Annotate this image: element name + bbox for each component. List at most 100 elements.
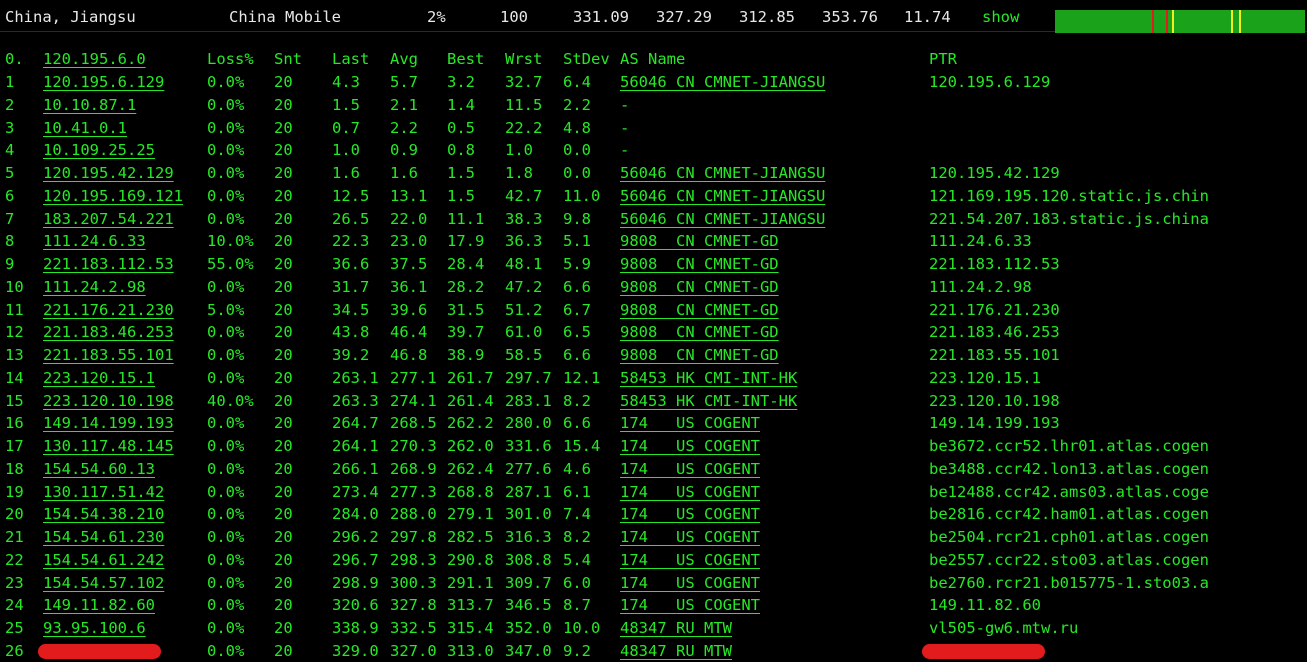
table-row: 5 120.195.42.129 0.0% 20 1.6 1.6 1.5 1.8 0.0 5604… xyxy=(0,162,1307,184)
cell-loss: 0.0% xyxy=(207,414,245,433)
cell-hop: 10 xyxy=(5,277,24,296)
cell-host[interactable]: 183.207.54.221 xyxy=(43,208,174,230)
cell-avg: 270.3 xyxy=(390,437,437,455)
cell-host[interactable]: 120.195.6.129 xyxy=(43,71,164,93)
cell-host[interactable]: 149.11.82.60 xyxy=(43,594,155,616)
cell-ptr: 221.183.55.101 xyxy=(929,346,1060,364)
summary-sent: 100 xyxy=(500,8,528,26)
cell-asn[interactable]: 174 US COGENT xyxy=(620,526,760,548)
summary-last: 331.09 xyxy=(573,8,629,26)
show-link[interactable]: show xyxy=(982,8,1019,26)
cell-host[interactable]: 111.24.6.33 xyxy=(43,230,146,252)
cell-last: 43.8 xyxy=(332,323,370,342)
cell-asn[interactable]: 58453 HK CMI-INT-HK xyxy=(620,390,797,412)
cell-asn[interactable]: 174 US COGENT xyxy=(620,435,760,457)
cell-host[interactable]: 154.54.57.102 xyxy=(43,572,164,594)
header-snt: Snt xyxy=(274,50,302,68)
table-row: 6 120.195.169.121 0.0% 20 12.5 13.1 1.5 42.7 11.… xyxy=(0,185,1307,207)
cell-loss: 0.0% xyxy=(207,346,245,364)
cell-host[interactable]: 154.54.38.210 xyxy=(43,503,164,525)
cell-stdev: 8.2 xyxy=(563,391,591,410)
cell-snt: 20 xyxy=(274,573,293,592)
table-row: 21 154.54.61.230 0.0% 20 296.2 297.8 282.5 316.… xyxy=(0,526,1307,548)
cell-asn[interactable]: 9808 CN CMNET-GD xyxy=(620,299,779,321)
cell-snt: 20 xyxy=(274,277,293,296)
cell-host[interactable]: 10.41.0.1 xyxy=(43,117,127,139)
cell-avg: 298.3 xyxy=(390,550,437,569)
cell-asn[interactable]: 56046 CN CMNET-JIANGSU xyxy=(620,208,825,230)
cell-host[interactable]: 154.54.60.13 xyxy=(43,458,155,480)
cell-host[interactable]: 221.183.112.53 xyxy=(43,253,174,275)
cell-host[interactable]: 93.95.100.6 xyxy=(43,617,146,639)
cell-best: 313.7 xyxy=(447,596,494,615)
cell-loss: 0.0% xyxy=(207,277,245,296)
cell-asn[interactable]: 9808 CN CMNET-GD xyxy=(620,230,779,252)
cell-asn[interactable]: 9808 CN CMNET-GD xyxy=(620,344,779,366)
cell-host[interactable]: 221.183.55.101 xyxy=(43,344,174,366)
cell-host[interactable]: 130.117.51.42 xyxy=(43,481,164,503)
cell-last: 284.0 xyxy=(332,505,379,524)
table-row: 14 223.120.15.1 0.0% 20 263.1 277.1 261.7 297.7… xyxy=(0,367,1307,389)
cell-last: 329.0 xyxy=(332,641,379,660)
cell-stdev: 6.6 xyxy=(563,346,591,364)
header-last: Last xyxy=(332,50,370,68)
cell-loss: 0.0% xyxy=(207,596,245,615)
cell-hop: 3 xyxy=(5,118,15,137)
cell-host[interactable]: 10.109.25.25 xyxy=(43,139,155,161)
cell-best: 0.8 xyxy=(447,141,475,160)
cell-stdev: 6.1 xyxy=(563,482,591,501)
cell-asn[interactable]: 9808 CN CMNET-GD xyxy=(620,276,779,298)
table-row: 1 120.195.6.129 0.0% 20 4.3 5.7 3.2 32.7 6.4 5604… xyxy=(0,71,1307,93)
cell-asn[interactable]: 174 US COGENT xyxy=(620,458,760,480)
cell-ptr: 111.24.6.33 xyxy=(929,232,1032,251)
cell-host[interactable]: 10.10.87.1 xyxy=(43,94,136,116)
cell-snt: 20 xyxy=(274,619,293,637)
cell-asn[interactable]: 56046 CN CMNET-JIANGSU xyxy=(620,71,825,93)
cell-asn[interactable]: 9808 CN CMNET-GD xyxy=(620,321,779,343)
cell-wrst: 309.7 xyxy=(505,573,552,592)
cell-asn[interactable]: 174 US COGENT xyxy=(620,594,760,616)
cell-asn[interactable]: 56046 CN CMNET-JIANGSU xyxy=(620,185,825,207)
cell-asn[interactable]: 174 US COGENT xyxy=(620,549,760,571)
cell-stdev: 9.2 xyxy=(563,641,591,660)
cell-asn[interactable]: 174 US COGENT xyxy=(620,572,760,594)
header-avg: Avg xyxy=(390,50,418,68)
cell-host[interactable]: 130.117.48.145 xyxy=(43,435,174,457)
cell-loss: 10.0% xyxy=(207,232,254,251)
cell-asn[interactable]: 174 US COGENT xyxy=(620,412,760,434)
cell-last: 320.6 xyxy=(332,596,379,615)
cell-host[interactable]: 221.176.21.230 xyxy=(43,299,174,321)
cell-host[interactable]: 223.120.15.1 xyxy=(43,367,155,389)
cell-host[interactable]: 149.14.199.193 xyxy=(43,412,174,434)
cell-loss: 0.0% xyxy=(207,164,245,182)
cell-wrst: 308.8 xyxy=(505,550,552,569)
cell-host[interactable]: 111.24.2.98 xyxy=(43,276,146,298)
cell-asn[interactable]: 174 US COGENT xyxy=(620,503,760,525)
cell-ptr: be3488.ccr42.lon13.atlas.cogen xyxy=(929,459,1209,478)
cell-wrst: 316.3 xyxy=(505,528,552,546)
cell-asn[interactable]: 56046 CN CMNET-JIANGSU xyxy=(620,162,825,184)
cell-host[interactable]: 120.195.169.121 xyxy=(43,185,183,207)
cell-snt: 20 xyxy=(274,414,293,433)
cell-host[interactable]: 221.183.46.253 xyxy=(43,321,174,343)
cell-hop: 11 xyxy=(5,300,24,319)
cell-loss: 0.0% xyxy=(207,550,245,569)
cell-host[interactable]: 154.54.61.242 xyxy=(43,549,164,571)
cell-host[interactable]: 154.54.61.230 xyxy=(43,526,164,548)
cell-asn[interactable]: 48347 RU MTW xyxy=(620,617,732,639)
cell-stdev: 8.7 xyxy=(563,596,591,615)
cell-asn[interactable]: 174 US COGENT xyxy=(620,481,760,503)
cell-host[interactable]: 120.195.42.129 xyxy=(43,162,174,184)
cell-best: 1.4 xyxy=(447,95,475,114)
table-row: 26 0.0% 20 329.0 327.0 313.0 347.0 9.2 48347 RU … xyxy=(0,640,1307,662)
latency-graph[interactable] xyxy=(1055,10,1305,33)
header-host[interactable]: 120.195.6.0 xyxy=(43,48,146,70)
cell-host[interactable]: 223.120.10.198 xyxy=(43,390,174,412)
cell-asn[interactable]: 58453 HK CMI-INT-HK xyxy=(620,367,797,389)
cell-best: 315.4 xyxy=(447,619,494,637)
cell-asn[interactable]: 48347 RU MTW xyxy=(620,640,732,662)
cell-snt: 20 xyxy=(274,368,293,387)
cell-asn[interactable]: 9808 CN CMNET-GD xyxy=(620,253,779,275)
header-ptr: PTR xyxy=(929,50,957,68)
cell-loss: 0.0% xyxy=(207,437,245,455)
